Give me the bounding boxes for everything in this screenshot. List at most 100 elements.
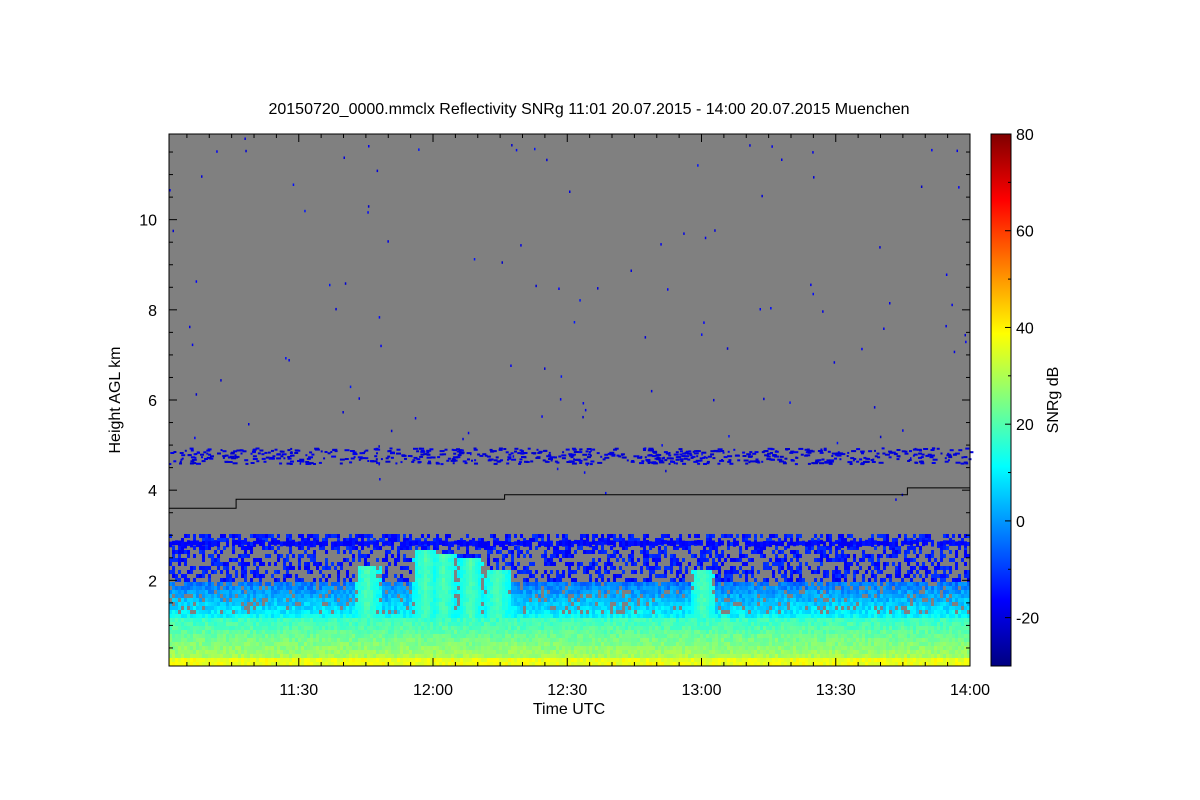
echo-cell bbox=[625, 578, 628, 582]
echo-cell bbox=[604, 566, 607, 570]
echo-cell bbox=[493, 622, 496, 626]
echo-cell bbox=[538, 638, 541, 642]
echo-cell bbox=[391, 554, 394, 558]
echo-cell bbox=[469, 642, 472, 646]
echo-cell bbox=[478, 650, 481, 654]
echo-cell bbox=[577, 662, 580, 666]
echo-cell bbox=[307, 630, 310, 634]
echo-cell bbox=[583, 550, 586, 554]
echo-cell bbox=[691, 618, 694, 622]
echo-cell bbox=[373, 610, 376, 614]
echo-cell bbox=[511, 610, 514, 614]
echo-cell bbox=[283, 558, 286, 562]
echo-cell bbox=[466, 658, 469, 662]
echo-cell bbox=[646, 578, 649, 582]
echo-cell bbox=[595, 578, 598, 582]
echo-cell bbox=[418, 558, 421, 562]
echo-cell bbox=[388, 590, 391, 594]
echo-cell bbox=[709, 590, 712, 594]
echo-cell bbox=[649, 658, 652, 662]
echo-cell bbox=[688, 634, 691, 638]
echo-cell bbox=[670, 646, 673, 650]
echo-cell bbox=[481, 662, 484, 666]
echo-cell bbox=[283, 630, 286, 634]
echo-cell bbox=[508, 550, 511, 554]
echo-cell bbox=[655, 582, 658, 586]
echo-cell bbox=[373, 662, 376, 666]
echo-cell bbox=[538, 650, 541, 654]
echo-cell bbox=[739, 658, 742, 662]
echo-cell bbox=[358, 630, 361, 634]
echo-cell bbox=[406, 582, 409, 586]
echo-cell bbox=[463, 554, 466, 558]
echo-cell bbox=[727, 586, 730, 590]
echo-cell bbox=[499, 622, 502, 626]
echo-cell bbox=[307, 654, 310, 658]
echo-cell bbox=[595, 658, 598, 662]
echo-cell bbox=[301, 578, 304, 582]
echo-cell bbox=[511, 634, 514, 638]
echo-cell bbox=[484, 626, 487, 630]
echo-cell bbox=[265, 590, 268, 594]
echo-cell bbox=[196, 658, 199, 662]
echo-cell bbox=[652, 634, 655, 638]
echo-cell bbox=[262, 574, 265, 578]
echo-cell bbox=[631, 554, 634, 558]
echo-cell bbox=[370, 626, 373, 630]
echo-cell bbox=[412, 654, 415, 658]
echo-cell bbox=[358, 634, 361, 638]
echo-cell bbox=[205, 646, 208, 650]
echo-cell bbox=[733, 626, 736, 630]
echo-cell bbox=[415, 578, 418, 582]
echo-cell bbox=[457, 590, 460, 594]
echo-cell bbox=[373, 582, 376, 586]
echo-cell bbox=[436, 650, 439, 654]
echo-cell bbox=[328, 630, 331, 634]
echo-cell bbox=[709, 610, 712, 614]
echo-cell bbox=[382, 642, 385, 646]
echo-cell bbox=[481, 562, 484, 566]
echo-cell bbox=[400, 642, 403, 646]
echo-cell bbox=[403, 594, 406, 598]
echo-cell bbox=[739, 574, 742, 578]
echo-cell bbox=[490, 622, 493, 626]
echo-cell bbox=[589, 614, 592, 618]
echo-cell bbox=[217, 626, 220, 630]
echo-cell bbox=[637, 614, 640, 618]
echo-cell bbox=[667, 662, 670, 666]
echo-cell bbox=[679, 590, 682, 594]
echo-cell bbox=[310, 534, 313, 538]
echo-cell bbox=[721, 586, 724, 590]
echo-cell bbox=[715, 654, 718, 658]
echo-cell bbox=[502, 590, 505, 594]
echo-cell bbox=[718, 586, 721, 590]
echo-cell bbox=[295, 662, 298, 666]
echo-cell bbox=[535, 606, 538, 610]
echo-cell bbox=[352, 662, 355, 666]
echo-cell bbox=[730, 622, 733, 626]
echo-cell bbox=[730, 634, 733, 638]
echo-cell bbox=[733, 638, 736, 642]
echo-cell bbox=[406, 558, 409, 562]
echo-cell bbox=[469, 594, 472, 598]
echo-cell bbox=[331, 662, 334, 666]
echo-cell bbox=[505, 598, 508, 602]
echo-cell bbox=[250, 590, 253, 594]
echo-cell bbox=[361, 618, 364, 622]
echo-cell bbox=[427, 610, 430, 614]
echo-cell bbox=[526, 582, 529, 586]
echo-cell bbox=[361, 598, 364, 602]
echo-cell bbox=[400, 606, 403, 610]
echo-cell bbox=[187, 618, 190, 622]
echo-cell bbox=[586, 662, 589, 666]
echo-cell bbox=[574, 654, 577, 658]
echo-cell bbox=[355, 602, 358, 606]
echo-cell bbox=[556, 586, 559, 590]
echo-cell bbox=[478, 606, 481, 610]
echo-cell bbox=[397, 646, 400, 650]
echo-cell bbox=[667, 606, 670, 610]
echo-cell bbox=[490, 566, 493, 570]
echo-cell bbox=[499, 638, 502, 642]
echo-cell bbox=[721, 630, 724, 634]
echo-cell bbox=[451, 646, 454, 650]
